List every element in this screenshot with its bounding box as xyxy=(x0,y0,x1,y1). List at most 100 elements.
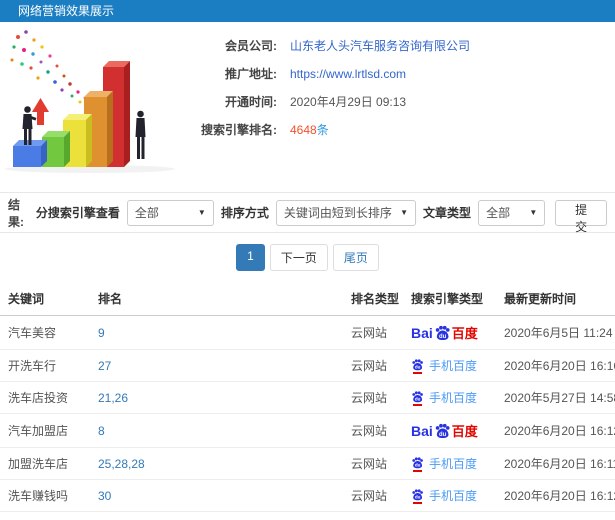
rank-link[interactable]: 9 xyxy=(98,326,105,340)
updated-cell: 2020年6月20日 16:12 xyxy=(496,479,615,512)
header-rank-type: 排名类型 xyxy=(343,282,403,316)
engine-cell: du手机百度 xyxy=(403,381,496,414)
open-time-value: 2020年4月29日 09:13 xyxy=(290,95,407,109)
company-label: 会员公司: xyxy=(225,39,277,53)
rank-link[interactable]: 21,26 xyxy=(98,391,128,405)
rank-link[interactable]: 8 xyxy=(98,424,105,438)
table-row: 洗车店利润30云网站du手机百度2020年6月18日 14:27 xyxy=(0,511,615,520)
result-label: 结果: xyxy=(8,197,24,229)
svg-text:du: du xyxy=(415,396,421,401)
keyword-cell: 汽车加盟店 xyxy=(0,413,90,448)
page-1-button[interactable]: 1 xyxy=(236,244,265,271)
keyword-cell: 洗车赚钱吗 xyxy=(0,479,90,512)
updated-cell: 2020年6月20日 16:12 xyxy=(496,413,615,448)
baidu-underline xyxy=(413,403,422,406)
bar-chart-illustration xyxy=(0,22,185,190)
header-rank: 排名 xyxy=(90,282,343,316)
rank-link[interactable]: 27 xyxy=(98,359,111,373)
engine-select-value: 全部 xyxy=(134,206,159,220)
rank-cell: 25,28,28 xyxy=(90,447,343,480)
sort-filter-label: 排序方式 xyxy=(220,206,269,220)
up-arrow-icon xyxy=(32,98,49,125)
article-type-select[interactable]: 全部 ▼ xyxy=(478,199,546,226)
page-title: 网络营销效果展示 xyxy=(18,4,115,18)
rank-cell: 30 xyxy=(90,479,343,512)
submit-button[interactable]: 提交 xyxy=(555,199,607,234)
keyword-cell: 洗车店利润 xyxy=(0,511,90,520)
updated-cell: 2020年6月20日 16:16 xyxy=(496,349,615,382)
rank-type-cell: 云网站 xyxy=(343,479,403,512)
header-keyword: 关键词 xyxy=(0,282,90,316)
rank-cell: 21,26 xyxy=(90,381,343,414)
baidu-paw-icon: du xyxy=(412,488,423,500)
engine-filter-label: 分搜索引擎查看 xyxy=(35,206,120,220)
updated-cell: 2020年5月27日 14:58 xyxy=(496,381,615,414)
person-right xyxy=(135,110,146,159)
mobile-baidu-logo: du手机百度 xyxy=(411,455,477,472)
engine-cell: du手机百度 xyxy=(403,447,496,480)
rank-type-cell: 云网站 xyxy=(343,447,403,480)
results-table: 关键词 排名 排名类型 搜索引擎类型 最新更新时间 汽车美容 9 云网站 Bai du 百… xyxy=(0,282,615,520)
rank-link[interactable]: 25,28,28 xyxy=(98,457,145,471)
rank-type-cell: 云网站 xyxy=(343,413,403,448)
last-page-button[interactable]: 尾页 xyxy=(332,244,379,271)
svg-text:du: du xyxy=(439,432,447,438)
next-page-button[interactable]: 下一页 xyxy=(269,244,328,271)
engine-rank-value: 4648条 xyxy=(290,121,329,140)
rank-cell: 30 xyxy=(90,511,343,520)
open-time-label: 开通时间: xyxy=(225,95,277,109)
updated-cell: 2020年6月20日 16:11 xyxy=(496,447,615,480)
baidu-underline xyxy=(413,371,422,374)
baidu-paw-icon: du xyxy=(412,456,423,468)
svg-text:du: du xyxy=(439,334,447,340)
baidu-underline xyxy=(413,469,422,472)
rank-cell: 27 xyxy=(90,349,343,382)
url-label: 推广地址: xyxy=(225,67,277,81)
field-open-time: 开通时间: 2020年4月29日 09:13 xyxy=(185,93,470,112)
baidu-paw-icon: du xyxy=(435,423,450,438)
chevron-down-icon: ▼ xyxy=(400,208,409,217)
table-row: 洗车店投资 21,26 云网站 du 手机百度 2020年5月27日 14:58 xyxy=(0,381,615,414)
baidu-logo: Bai du 百度 xyxy=(411,324,478,342)
mobile-baidu-logo: du手机百度 xyxy=(411,389,477,406)
keyword-cell: 开洗车行 xyxy=(0,349,90,382)
table-row: 汽车加盟店 8 云网站 Bai du 百度 2020年6月20日 16:12 xyxy=(0,413,615,448)
info-fields: 会员公司: 山东老人头汽车服务咨询有限公司 推广地址: https://www.… xyxy=(185,22,470,192)
baidu-paw-icon: du xyxy=(412,358,423,370)
chevron-down-icon: ▼ xyxy=(197,208,206,217)
info-section: 会员公司: 山东老人头汽车服务咨询有限公司 推广地址: https://www.… xyxy=(0,22,615,192)
engine-cell: du手机百度 xyxy=(403,511,496,520)
mobile-baidu-logo: du手机百度 xyxy=(411,487,477,504)
baidu-paw-icon: du xyxy=(412,390,423,402)
rank-link[interactable]: 30 xyxy=(98,489,111,503)
keyword-cell: 洗车店投资 xyxy=(0,381,90,414)
table-header-row: 关键词 排名 排名类型 搜索引擎类型 最新更新时间 xyxy=(0,282,615,316)
rank-count: 4648 xyxy=(290,123,317,137)
table-body: 汽车美容 9 云网站 Bai du 百度 2020年6月5日 11:24 开洗车行 27 云网站 d… xyxy=(0,315,615,520)
header-engine-type: 搜索引擎类型 xyxy=(403,282,496,316)
engine-select[interactable]: 全部 ▼ xyxy=(126,199,214,226)
engine-cell: Bai du 百度 xyxy=(403,413,496,448)
field-engine-rank: 搜索引擎排名: 4648条 xyxy=(185,121,470,140)
filter-bar: 结果: 分搜索引擎查看 全部 ▼ 排序方式 关键词由短到长排序 ▼ 文章类型 全… xyxy=(0,192,615,234)
bar-chart-graphic xyxy=(5,30,175,173)
rank-count-unit[interactable]: 条 xyxy=(317,123,329,137)
promotion-url-link[interactable]: https://www.lrtlsd.com xyxy=(290,65,406,84)
article-filter-label: 文章类型 xyxy=(423,206,472,220)
svg-text:du: du xyxy=(415,462,421,467)
baidu-paw-icon: du xyxy=(435,325,450,340)
company-link[interactable]: 山东老人头汽车服务咨询有限公司 xyxy=(290,37,470,56)
sort-select[interactable]: 关键词由短到长排序 ▼ xyxy=(275,199,417,226)
baidu-underline xyxy=(413,501,422,504)
updated-cell: 2020年6月5日 11:24 xyxy=(496,315,615,350)
baidu-logo: Bai du 百度 xyxy=(411,422,478,440)
article-select-value: 全部 xyxy=(486,206,511,220)
filter-controls: 分搜索引擎查看 全部 ▼ 排序方式 关键词由短到长排序 ▼ 文章类型 全部 ▼ … xyxy=(35,199,607,234)
field-url: 推广地址: https://www.lrtlsd.com xyxy=(185,65,470,84)
engine-cell: du手机百度 xyxy=(403,479,496,512)
rank-cell: 9 xyxy=(90,315,343,350)
chevron-down-icon: ▼ xyxy=(529,208,538,217)
updated-cell: 2020年6月18日 14:27 xyxy=(496,511,615,520)
confetti-dots xyxy=(10,30,90,106)
table-row: 加盟洗车店 25,28,28 云网站 du 手机百度 2020年6月20日 16:11 xyxy=(0,447,615,480)
